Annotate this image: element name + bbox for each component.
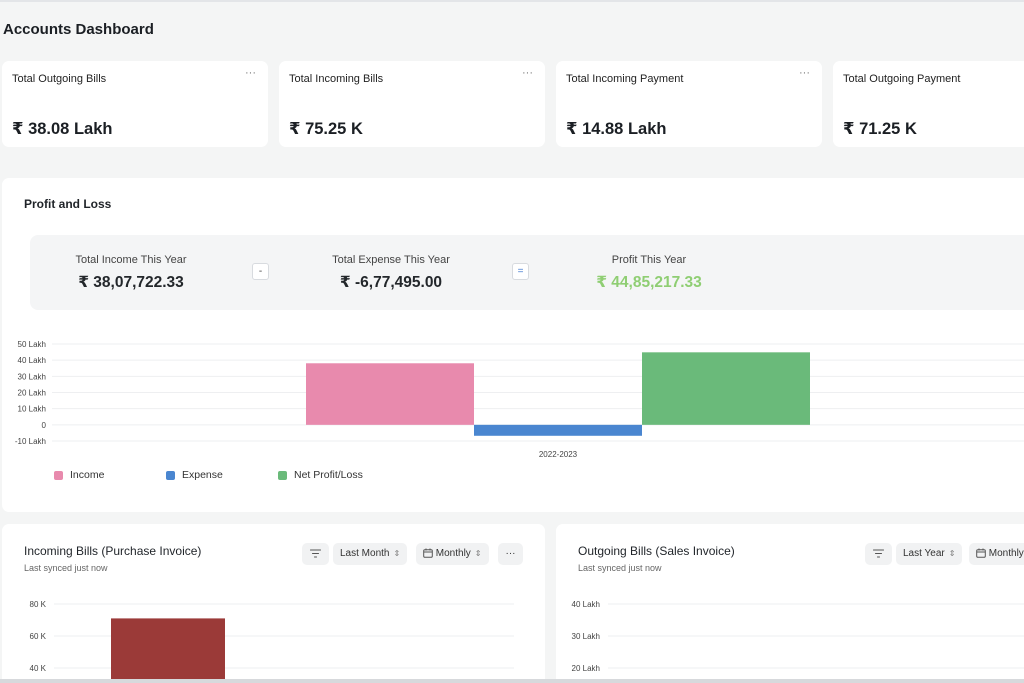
- y-tick-label: 40 K: [30, 664, 47, 673]
- page-title: Accounts Dashboard: [3, 21, 154, 38]
- stat-card-incoming-bills[interactable]: Total Incoming Bills ··· ₹ 75.25 K: [279, 61, 545, 147]
- y-tick-label: 60 K: [30, 632, 47, 641]
- top-border: [0, 0, 1024, 2]
- y-tick-label: -10 Lakh: [15, 437, 46, 446]
- profit-loss-chart: 50 Lakh 40 Lakh 30 Lakh 20 Lakh 10 Lakh 0 -10 …: [15, 340, 1024, 459]
- legend-item-net-profit[interactable]: Net Profit/Loss: [278, 469, 363, 481]
- stat-card-title: Total Incoming Bills: [289, 73, 384, 85]
- incoming-bills-chart: 80 K 60 K 40 K: [30, 600, 514, 683]
- stat-card-title: Total Outgoing Bills: [12, 73, 107, 85]
- legend-label: Income: [70, 469, 105, 481]
- legend-swatch: [166, 470, 175, 480]
- stat-card-title: Total Outgoing Payment: [843, 73, 961, 85]
- y-tick-label: 10 Lakh: [18, 405, 46, 414]
- legend-label: Net Profit/Loss: [294, 469, 363, 481]
- stat-card-value: ₹ 75.25 K: [289, 120, 363, 138]
- stat-card-value: ₹ 71.25 K: [843, 120, 917, 138]
- y-tick-label: 40 Lakh: [572, 600, 600, 609]
- stat-card-value: ₹ 38.08 Lakh: [12, 120, 113, 138]
- legend-swatch: [54, 470, 63, 480]
- profit-loss-card: Profit and Loss Total Income This Year ₹…: [2, 178, 1024, 512]
- y-tick-label: 80 K: [30, 600, 47, 609]
- bar: [111, 618, 225, 683]
- y-tick-label: 50 Lakh: [18, 340, 46, 349]
- stat-card-title: Total Incoming Payment: [566, 73, 684, 85]
- more-icon[interactable]: ···: [799, 67, 810, 79]
- bottom-border: [0, 679, 1024, 683]
- outgoing-bills-chart: 40 Lakh 30 Lakh 20 Lakh: [572, 600, 1024, 673]
- y-tick-label: 40 Lakh: [18, 356, 46, 365]
- incoming-bills-card: Incoming Bills (Purchase Invoice) Last s…: [2, 524, 545, 683]
- x-tick-label: 2022-2023: [539, 450, 578, 459]
- y-tick-label: 30 Lakh: [572, 632, 600, 641]
- legend-label: Expense: [182, 469, 223, 481]
- more-icon[interactable]: ···: [522, 67, 533, 79]
- stat-card-value: ₹ 14.88 Lakh: [566, 120, 667, 138]
- legend-item-expense[interactable]: Expense: [166, 469, 223, 481]
- outgoing-bills-card: Outgoing Bills (Sales Invoice) Last sync…: [556, 524, 1024, 683]
- legend-swatch: [278, 470, 287, 480]
- stat-card-incoming-payment[interactable]: Total Incoming Payment ··· ₹ 14.88 Lakh: [556, 61, 822, 147]
- y-tick-label: 20 Lakh: [18, 389, 46, 398]
- legend-item-income[interactable]: Income: [54, 469, 104, 481]
- stat-card-outgoing-payment[interactable]: Total Outgoing Payment ₹ 71.25 K: [833, 61, 1024, 147]
- stat-card-outgoing-bills[interactable]: Total Outgoing Bills ··· ₹ 38.08 Lakh: [2, 61, 268, 147]
- bar-net-profit-loss: [642, 352, 810, 425]
- bar-income: [306, 363, 474, 425]
- y-tick-label: 30 Lakh: [18, 372, 46, 381]
- bar-expense: [474, 424, 642, 436]
- y-tick-label: 0: [42, 421, 47, 430]
- more-icon[interactable]: ···: [245, 67, 256, 79]
- y-tick-label: 20 Lakh: [572, 664, 600, 673]
